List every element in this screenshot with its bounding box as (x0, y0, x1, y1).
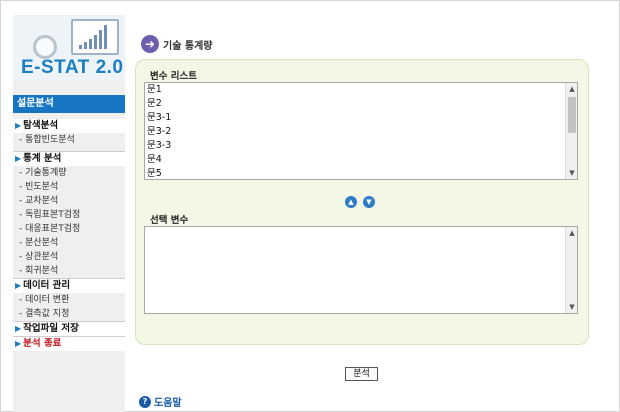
chart-monitor-icon (71, 19, 119, 55)
menu-item-frequency[interactable]: - 빈도분석 (13, 180, 125, 194)
menu-group-explore[interactable]: ▶ 탐색분석 (13, 119, 125, 133)
analyze-button[interactable]: 분석 (345, 367, 378, 381)
scroll-down-icon[interactable]: ▼ (566, 301, 578, 313)
logo: E-STAT 2.0 (13, 15, 125, 81)
arrow-circle-right-icon: ➜ (141, 35, 159, 53)
list-item[interactable]: 문3-2 (145, 125, 577, 139)
menu-save-workfile[interactable]: ▶ 작업파일 저장 (13, 322, 125, 336)
selected-variables-listbox[interactable]: ▲ ▼ (144, 226, 578, 314)
menu-item-missing-values[interactable]: - 결측값 지정 (13, 307, 125, 321)
menu-group-data-management[interactable]: ▶ 데이터 관리 (13, 279, 125, 293)
menu-item-correlation[interactable]: - 상관분석 (13, 250, 125, 264)
scroll-thumb[interactable] (568, 97, 576, 133)
menu-item-regression[interactable]: - 회귀분석 (13, 264, 125, 278)
list-item[interactable]: 문2 (145, 97, 577, 111)
list-item[interactable]: 문1 (145, 83, 577, 97)
sidebar: E-STAT 2.0 설문분석 ▶ 탐색분석 - 통합빈도분석 ▶ 통계 분석 - … (13, 15, 125, 412)
menu-item-descriptive-stats[interactable]: - 기술통계량 (13, 166, 125, 180)
arrow-right-icon: ▶ (15, 324, 22, 333)
help-label: 도움말 (154, 398, 182, 409)
arrow-right-icon: ▶ (15, 154, 22, 163)
selected-list-scrollbar[interactable]: ▲ ▼ (565, 227, 577, 313)
menu-group-statistics[interactable]: ▶ 통계 분석 (13, 152, 125, 166)
move-down-button[interactable]: ▼ (363, 196, 375, 208)
menu-item-anova[interactable]: - 분산분석 (13, 236, 125, 250)
list-item[interactable]: 문4 (145, 153, 577, 167)
logo-text: E-STAT 2.0 (21, 57, 124, 78)
help-link[interactable]: ? 도움말 (139, 394, 182, 409)
page-title-row: ➜ 기술 통계량 (141, 35, 212, 53)
help-icon: ? (139, 395, 151, 408)
menu-item-data-transform[interactable]: - 데이터 변환 (13, 293, 125, 307)
list-item[interactable]: 문5 (145, 167, 577, 179)
menu-item-crosstab[interactable]: - 교차분석 (13, 194, 125, 208)
scroll-up-icon[interactable]: ▲ (566, 83, 577, 95)
analysis-panel: 변수 리스트 문1 문2 문3-1 문3-2 문3-3 문4 문5 ▲ ▼ ▲ … (135, 59, 589, 345)
scroll-up-icon[interactable]: ▲ (566, 227, 578, 239)
arrow-right-icon: ▶ (15, 121, 22, 130)
magnifier-icon (33, 35, 57, 59)
menu-item-integrated-frequency[interactable]: - 통합빈도분석 (13, 133, 125, 147)
arrow-right-icon: ▶ (15, 281, 22, 290)
scroll-down-icon[interactable]: ▼ (566, 167, 577, 179)
page-frame: E-STAT 2.0 설문분석 ▶ 탐색분석 - 통합빈도분석 ▶ 통계 분석 - … (0, 0, 620, 412)
move-up-button[interactable]: ▲ (345, 196, 357, 208)
sidebar-menu: ▶ 탐색분석 - 통합빈도분석 ▶ 통계 분석 - 기술통계량 - 빈도분석 - 교… (13, 119, 125, 351)
menu-exit-analysis[interactable]: ▶ 분석 종료 (13, 337, 125, 351)
selected-variables-label: 선택 변수 (150, 215, 189, 226)
variable-list-label: 변수 리스트 (150, 71, 198, 82)
arrow-right-icon: ▶ (15, 339, 22, 348)
menu-item-paired-ttest[interactable]: - 대응표본T검정 (13, 222, 125, 236)
list-item[interactable]: 문3-1 (145, 111, 577, 125)
variable-listbox[interactable]: 문1 문2 문3-1 문3-2 문3-3 문4 문5 ▲ ▼ (144, 82, 578, 180)
section-title: 설문분석 (13, 95, 125, 113)
list-item[interactable]: 문3-3 (145, 139, 577, 153)
move-buttons: ▲ ▼ (345, 196, 375, 208)
variable-list-scrollbar[interactable]: ▲ ▼ (565, 83, 577, 179)
menu-item-independent-ttest[interactable]: - 독립표본T검정 (13, 208, 125, 222)
page-title: 기술 통계량 (163, 40, 213, 52)
